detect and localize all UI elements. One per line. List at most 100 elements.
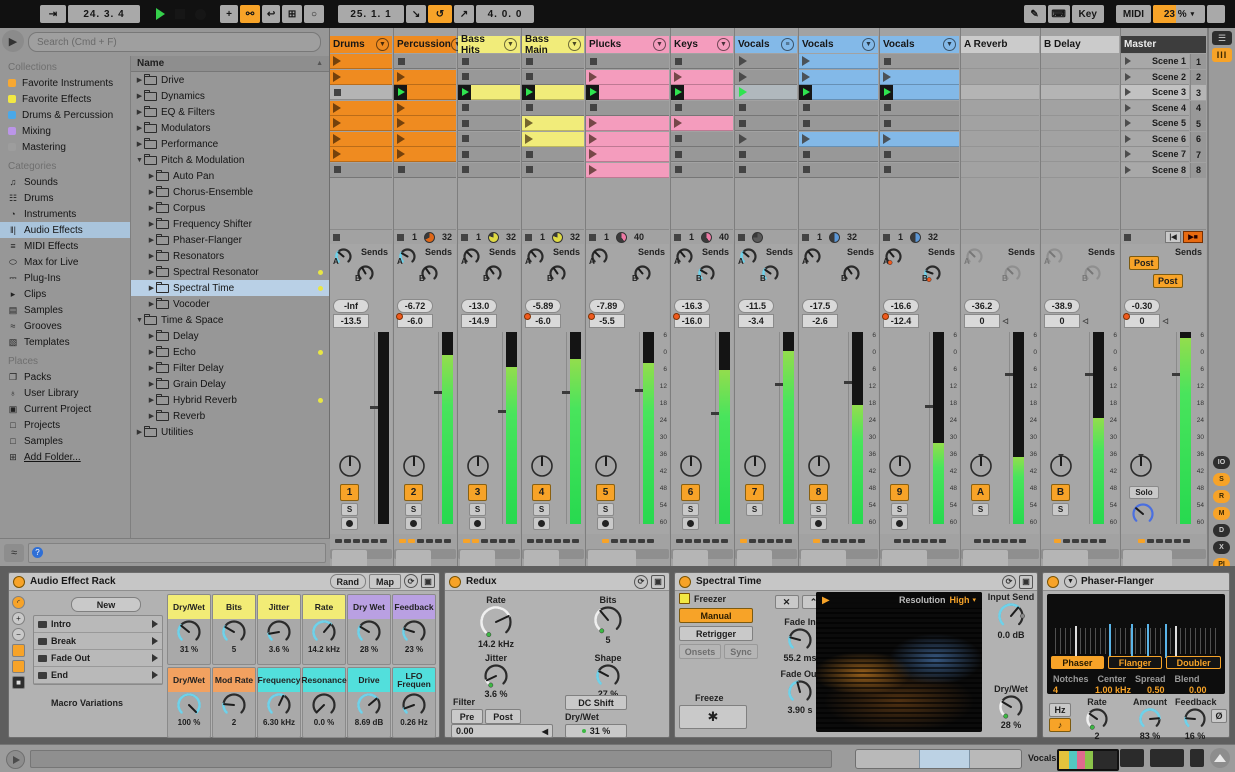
disclosure-triangle-icon[interactable]: ▶ (147, 412, 156, 420)
add-variation-icon[interactable]: + (12, 612, 25, 625)
clip-slot[interactable] (458, 54, 520, 69)
clip-slot[interactable] (458, 100, 520, 116)
track-scrollbar[interactable] (586, 549, 669, 568)
clip-slot[interactable] (394, 147, 456, 162)
computer-midi-keyboard-button[interactable]: ⌨ (1047, 5, 1070, 23)
volume-fader[interactable] (1009, 332, 1010, 524)
sidebar-item-projects[interactable]: □ Projects (0, 417, 130, 433)
clip-launch-icon[interactable] (802, 56, 810, 66)
sidebar-item-current-project[interactable]: ▣ Current Project (0, 401, 130, 417)
sidebar-item-grooves[interactable]: ≈ Grooves (0, 318, 130, 334)
track-scrollbar[interactable] (671, 549, 733, 568)
rack-title-bar[interactable]: Audio Effect Rack Rand Map ⟳ ▣ (9, 573, 439, 591)
send-a-knob[interactable]: A (674, 247, 694, 266)
spread-value[interactable]: 0.50 (1147, 685, 1189, 695)
macro-knob-frequency[interactable]: Frequency 6.30 kHz (257, 667, 301, 738)
send-a-knob[interactable]: A (461, 247, 481, 266)
clip-stop-icon[interactable] (884, 150, 891, 158)
volume-display[interactable]: -3.4 (738, 314, 774, 328)
track-delay-toggle[interactable]: D (1213, 524, 1230, 537)
disclosure-triangle-icon[interactable]: ▶ (147, 364, 156, 372)
solo-button[interactable]: S (341, 503, 358, 516)
clip-slot[interactable] (330, 69, 392, 85)
send-b-knob[interactable]: B (419, 264, 439, 283)
track-menu-icon[interactable]: ▼ (653, 38, 666, 51)
macro-variation-end[interactable]: End (34, 667, 162, 684)
rate-knob[interactable] (1075, 707, 1119, 731)
send-b-knob[interactable]: B (1082, 264, 1102, 283)
clip-slot[interactable] (586, 116, 669, 131)
volume-display[interactable]: -12.4 (882, 313, 919, 328)
disclosure-triangle-icon[interactable]: ▶ (147, 236, 156, 244)
sync-note-button[interactable]: ♪ (1049, 718, 1071, 732)
clip-slot[interactable] (394, 54, 456, 69)
send-b-knob[interactable]: B (696, 264, 716, 283)
clip-slot[interactable] (458, 84, 520, 100)
disclosure-triangle-icon[interactable]: ▶ (135, 124, 144, 132)
clip-stop-icon[interactable] (675, 135, 682, 142)
solo-button[interactable]: S (891, 503, 908, 516)
disclosure-triangle-icon[interactable]: ▶ (147, 332, 156, 340)
macro-variations-icon[interactable]: ◜ (12, 596, 25, 609)
device-activator[interactable] (449, 575, 461, 588)
clip-stop-icon[interactable] (462, 166, 469, 173)
track-scrollbar[interactable] (961, 549, 1039, 568)
clip-slot[interactable] (671, 100, 733, 116)
disclosure-triangle-icon[interactable]: ▶ (147, 300, 156, 308)
scene-8[interactable]: Scene 8 (1121, 162, 1189, 178)
clip-slot[interactable] (880, 116, 959, 131)
clip-launch-icon[interactable] (674, 71, 682, 82)
disclosure-triangle-icon[interactable]: ▶ (147, 396, 156, 404)
clip-slot[interactable] (522, 131, 584, 147)
amount-knob[interactable] (1127, 707, 1173, 731)
send-b-knob[interactable]: B (922, 264, 942, 283)
phaser-flanger-title-bar[interactable]: ▼ Phaser-Flanger (1043, 573, 1229, 591)
follow-arrangement-icon[interactable]: ⇥ (40, 5, 66, 23)
collection-item-mastering[interactable]: Mastering (0, 139, 130, 155)
clip-launch-icon[interactable] (674, 118, 682, 128)
clip-slot[interactable] (880, 69, 959, 85)
clip-stop-icon[interactable] (739, 166, 746, 173)
clip-slot[interactable] (799, 69, 878, 85)
sidebar-item-audio-effects[interactable]: ‖| Audio Effects (0, 222, 130, 238)
group-fold-icon[interactable]: ≡ (781, 38, 794, 51)
clip-slot[interactable] (671, 162, 733, 178)
variation-launch-icon[interactable] (152, 620, 158, 628)
clip-stop-icon[interactable] (675, 57, 682, 65)
capture-midi-button[interactable]: ⊞ (282, 5, 302, 23)
clip-launch-icon[interactable] (589, 164, 597, 175)
bits-value[interactable]: 5 (565, 635, 651, 645)
scene-1[interactable]: Scene 1 (1121, 54, 1189, 69)
clip-playing-icon[interactable] (458, 84, 471, 100)
clip-slot[interactable] (735, 54, 797, 69)
blend-value[interactable]: 0.00 (1189, 685, 1207, 695)
track-header[interactable]: Vocals ▼ (799, 36, 878, 53)
macro-value[interactable]: 28 % (348, 645, 390, 654)
clip-slot[interactable] (799, 131, 878, 147)
fold-device-icon[interactable]: ▼ (1064, 575, 1077, 588)
cpu-meter[interactable]: 23 % ▾ (1153, 5, 1205, 23)
clip-launch-icon[interactable] (333, 71, 341, 82)
clip-slot[interactable] (735, 147, 797, 162)
show-chains-icon[interactable] (12, 660, 25, 673)
clip-slot[interactable] (394, 84, 456, 100)
track-header[interactable]: Drums ▼ (330, 36, 392, 53)
clip-stop-icon[interactable] (526, 150, 533, 158)
clip-slot[interactable] (330, 147, 392, 162)
clip-launch-icon[interactable] (883, 133, 891, 144)
session-record-button[interactable]: ○ (304, 5, 324, 23)
disclosure-triangle-icon[interactable]: ▶ (135, 428, 144, 436)
solo-button[interactable]: S (972, 503, 989, 516)
rate-value[interactable]: 2 (1075, 731, 1119, 741)
volume-fader[interactable] (715, 332, 716, 524)
macro-knob-dry-wet[interactable]: Dry/Wet 100 % (167, 667, 211, 738)
peak-level-display[interactable]: -7.89 (589, 299, 625, 313)
tree-item-auto-pan[interactable]: ▶ Auto Pan (131, 168, 329, 184)
resolution-select[interactable]: High (949, 595, 969, 605)
disclosure-triangle-icon[interactable]: ▶ (147, 172, 156, 180)
mixer-view-icon[interactable]: III (1212, 48, 1232, 62)
solo-button[interactable]: S (1052, 503, 1069, 516)
macro-value[interactable]: 6.30 kHz (258, 718, 300, 727)
macro-knob-bits[interactable]: Bits 5 (212, 594, 256, 665)
solo-button[interactable]: S (810, 503, 827, 516)
